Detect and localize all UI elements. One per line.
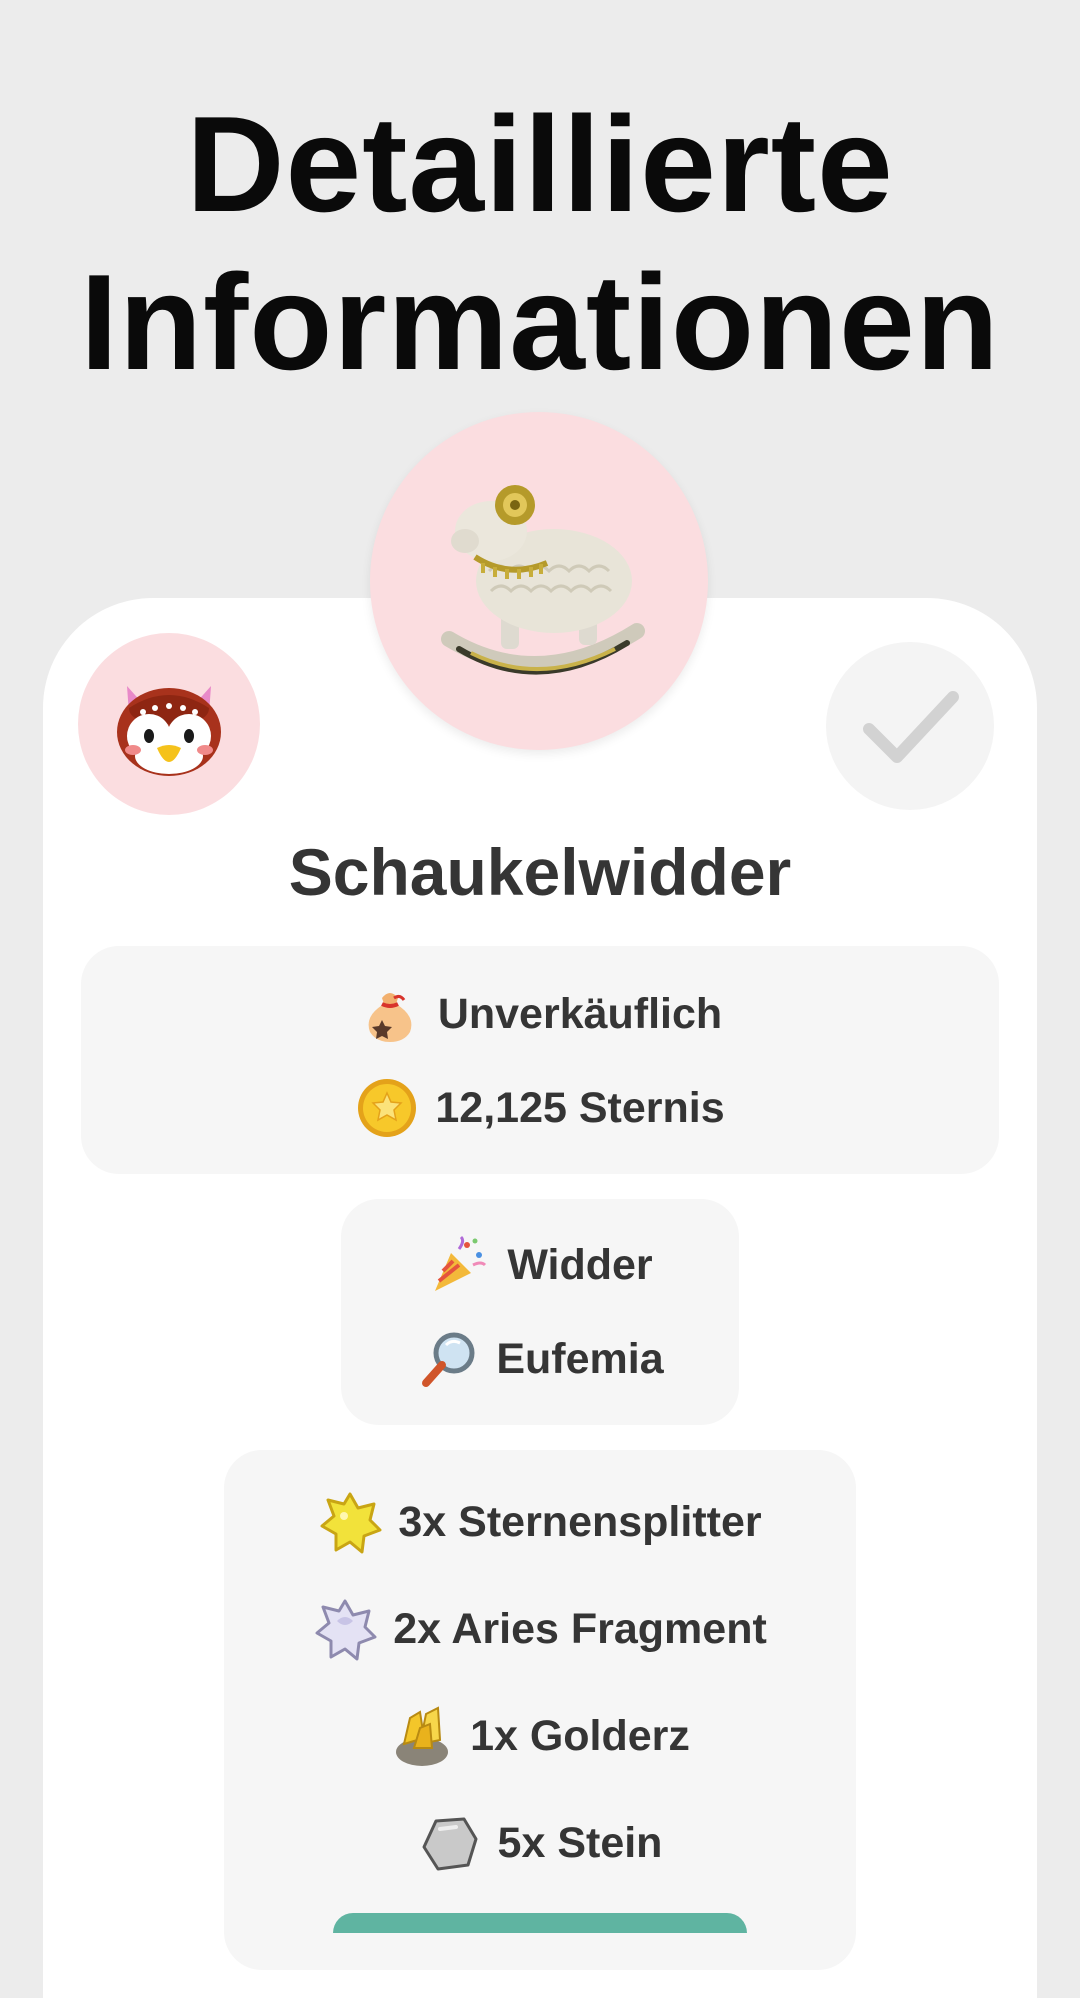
sell-price-label: Unverkäuflich (437, 989, 723, 1038)
buy-price-label: 12,125 Sternis (435, 1083, 725, 1132)
headline-line-1: Detaillierte (186, 88, 894, 240)
bottom-action-button[interactable] (333, 1913, 747, 1933)
star-coin-icon (355, 1076, 419, 1140)
star-fragment-icon (318, 1490, 382, 1554)
stone-icon (418, 1811, 482, 1875)
item-name: Schaukelwidder (288, 835, 792, 909)
category-row: Widder (0, 1233, 1080, 1297)
material-label: 1x Golderz (470, 1711, 690, 1760)
party-popper-icon (427, 1233, 491, 1297)
villager-avatar (78, 633, 260, 815)
material-row: 5x Stein (0, 1811, 1080, 1875)
owl-villager-icon (117, 686, 221, 776)
checkmark-icon (863, 691, 959, 763)
item-image (370, 412, 708, 750)
material-row: 1x Golderz (0, 1704, 1080, 1768)
material-row: 3x Sternensplitter (0, 1490, 1080, 1554)
material-label: 2x Aries Fragment (393, 1604, 767, 1653)
aries-fragment-icon (313, 1597, 377, 1661)
source-row: Eufemia (0, 1327, 1080, 1391)
source-label: Eufemia (496, 1334, 664, 1383)
magnifier-icon (416, 1327, 480, 1391)
money-bag-icon (358, 982, 422, 1046)
material-label: 5x Stein (497, 1818, 663, 1867)
material-row: 2x Aries Fragment (0, 1597, 1080, 1661)
rocking-ram-icon (441, 485, 645, 675)
sell-price-row: Unverkäuflich (0, 982, 1080, 1046)
buy-price-row: 12,125 Sternis (0, 1076, 1080, 1140)
gold-nugget-icon (390, 1704, 454, 1768)
material-label: 3x Sternensplitter (398, 1497, 762, 1546)
headline-line-2: Informationen (80, 246, 1000, 398)
page-headline: Detaillierte Informationen (0, 85, 1080, 401)
category-label: Widder (507, 1240, 653, 1289)
mark-collected-button[interactable] (826, 642, 994, 810)
